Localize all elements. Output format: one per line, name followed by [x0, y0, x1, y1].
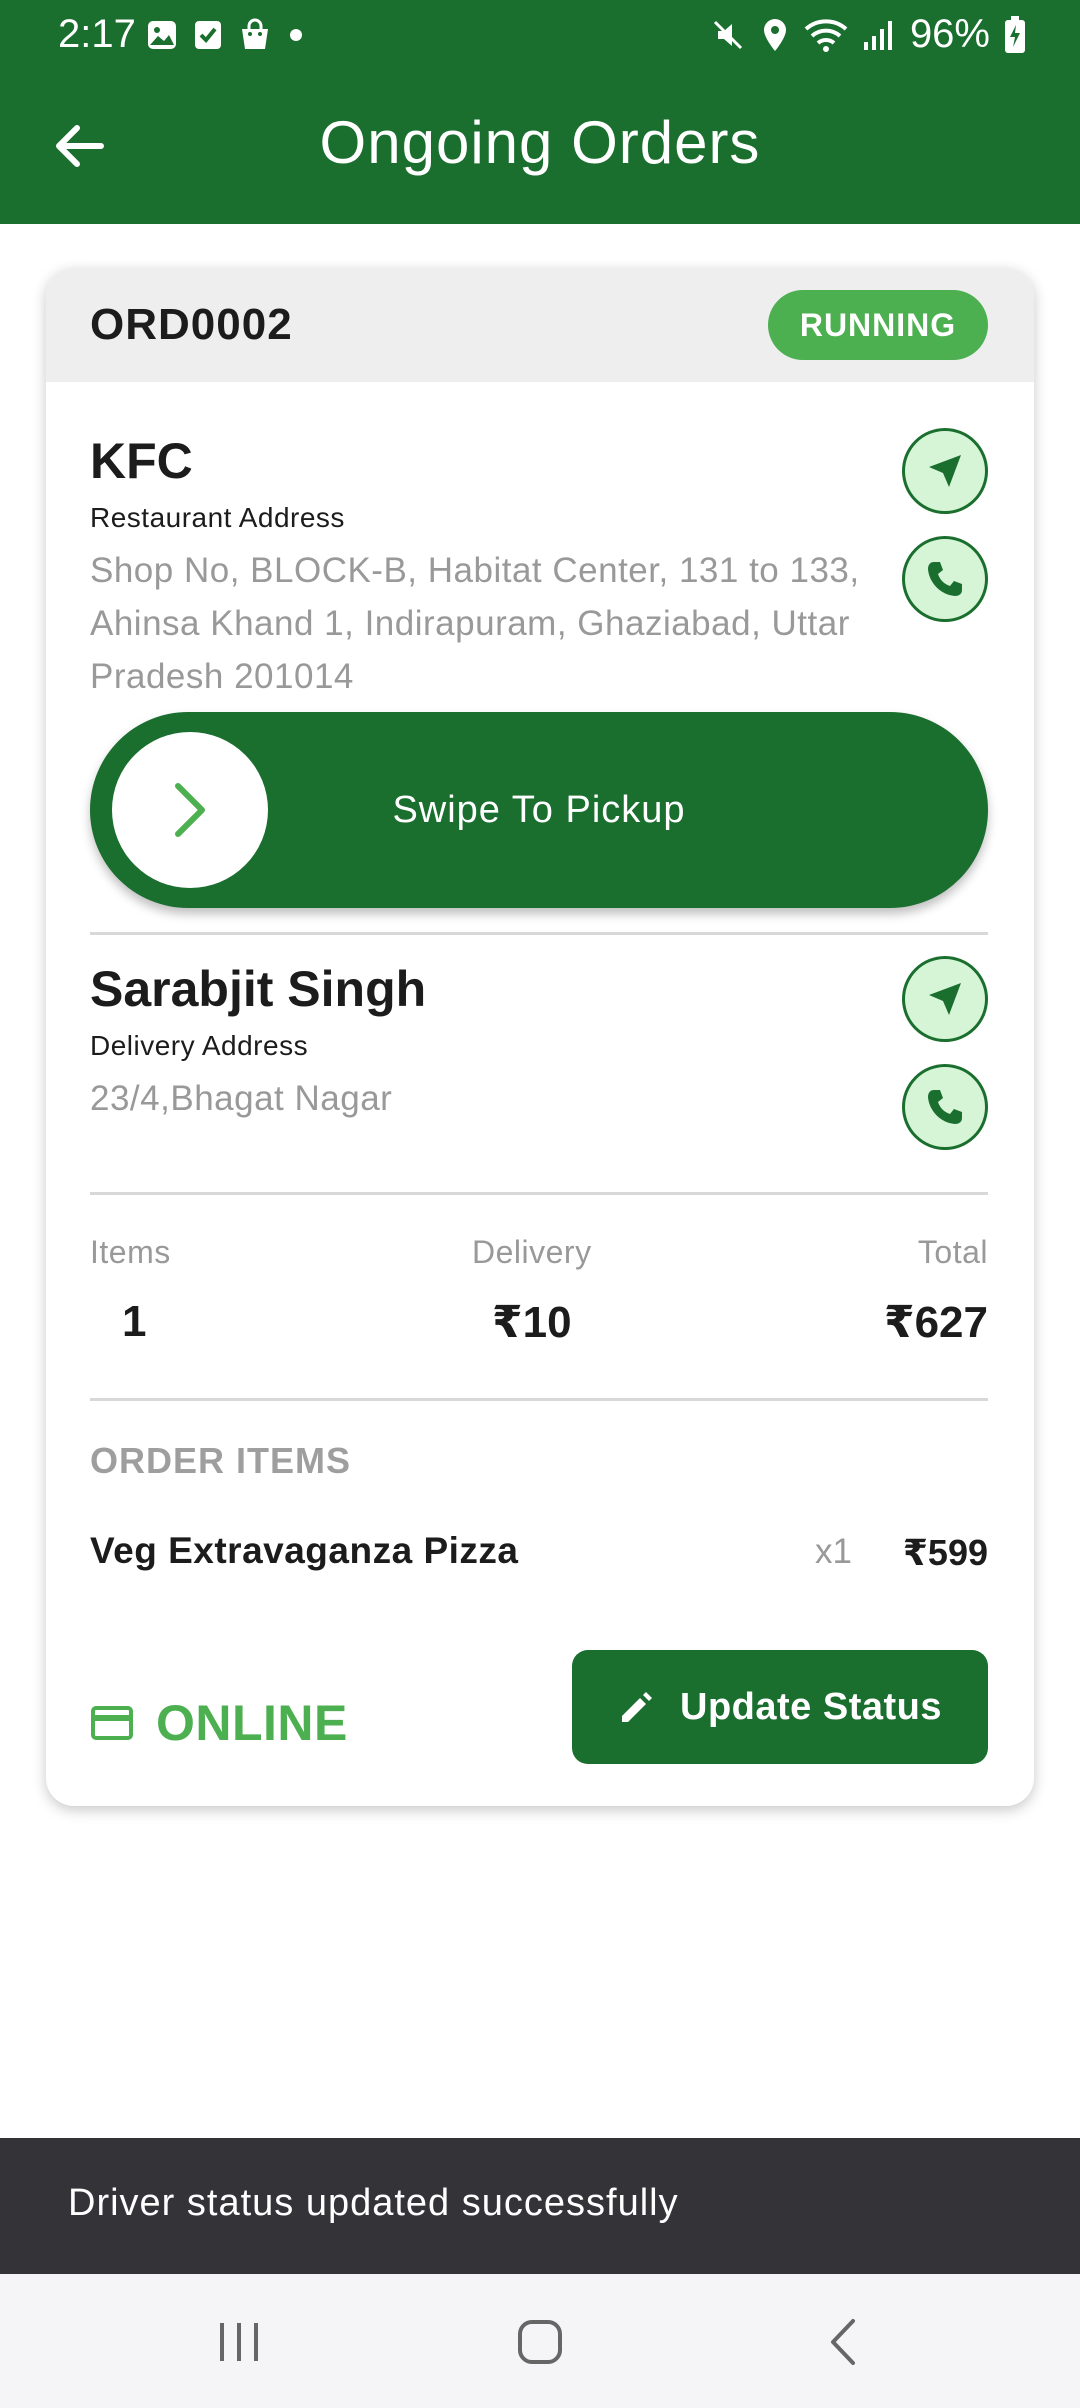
navigation-arrow-icon [929, 983, 961, 1015]
delivery-fee: ₹10 [492, 1298, 572, 1347]
phone-icon [928, 1090, 962, 1124]
battery-percentage: 96% [909, 12, 990, 56]
nav-back-button[interactable] [798, 2312, 888, 2372]
delivery-address: 23/4,Bhagat Nagar [90, 1079, 393, 1118]
system-nav-bar [0, 2274, 1080, 2408]
item-price: ₹599 [902, 1532, 988, 1573]
item-quantity: x1 [815, 1532, 852, 1571]
delivery-address-label: Delivery Address [90, 1030, 309, 1061]
snackbar-message: Driver status updated successfully [68, 2182, 679, 2224]
order-summary: Items 1 Delivery ₹10 Total ₹627 [90, 1234, 988, 1354]
order-id: ORD0002 [90, 300, 293, 349]
list-item: Veg Extravaganza Pizza x1 ₹599 [90, 1530, 988, 1590]
customer-navigate-button[interactable] [902, 956, 988, 1042]
restaurant-section: KFC Restaurant Address Shop No, BLOCK-B,… [90, 432, 920, 703]
shopping-bag-icon [242, 18, 268, 49]
snackbar: Driver status updated successfully [0, 2138, 1080, 2274]
payment-method-label: ONLINE [156, 1695, 348, 1751]
status-badge: RUNNING [768, 290, 988, 360]
order-card-header: ORD0002 RUNNING [46, 268, 1034, 382]
restaurant-navigate-button[interactable] [902, 428, 988, 514]
signal-icon [863, 20, 892, 50]
pencil-icon [622, 1692, 652, 1722]
credit-card-icon [91, 1706, 133, 1740]
customer-name: Sarabjit Singh [90, 961, 427, 1017]
home-icon [518, 2320, 562, 2364]
page-title: Ongoing Orders [319, 109, 761, 176]
gallery-icon [148, 21, 176, 49]
restaurant-address-label: Restaurant Address [90, 502, 345, 533]
customer-section: Sarabjit Singh Delivery Address 23/4,Bha… [90, 960, 890, 1125]
restaurant-name: KFC [90, 433, 193, 489]
phone-icon [928, 562, 962, 596]
restaurant-call-button[interactable] [902, 536, 988, 622]
status-bar: 2:17 96% [0, 0, 1080, 72]
system-icons: 96% [710, 12, 1026, 57]
location-icon [763, 18, 786, 51]
app-bar: Ongoing Orders [0, 72, 1080, 224]
order-items-title: ORDER ITEMS [90, 1440, 352, 1481]
items-count: 1 [122, 1297, 147, 1346]
battery-charging-icon [1005, 15, 1025, 53]
total-stat: Total ₹627 [884, 1234, 988, 1348]
total-amount: ₹627 [883, 1298, 988, 1347]
divider [90, 1398, 988, 1401]
swipe-to-pickup-slider[interactable]: Swipe To Pickup [90, 712, 988, 908]
items-label: Items [90, 1234, 171, 1270]
item-name: Veg Extravaganza Pizza [90, 1530, 519, 1571]
back-icon [831, 2319, 855, 2365]
recent-apps-button[interactable] [194, 2312, 284, 2372]
navigation-arrow-icon [929, 455, 961, 487]
checkbox-icon [195, 21, 221, 49]
mute-icon [713, 20, 742, 49]
order-card: ORD0002 RUNNING KFC Restaurant Address S… [46, 268, 1034, 1806]
payment-method: ONLINE [90, 1678, 348, 1768]
restaurant-address: Shop No, BLOCK-B, Habitat Center, 131 to… [90, 551, 860, 696]
divider [90, 1192, 988, 1195]
chevron-right-icon [175, 783, 205, 837]
recent-apps-icon [220, 2323, 258, 2361]
delivery-stat: Delivery ₹10 [472, 1234, 592, 1348]
customer-call-button[interactable] [902, 1064, 988, 1150]
total-label: Total [917, 1234, 988, 1270]
wifi-icon [804, 18, 848, 52]
home-button[interactable] [495, 2312, 585, 2372]
update-status-button[interactable]: Update Status [572, 1650, 988, 1764]
delivery-label: Delivery [472, 1234, 592, 1270]
items-stat: Items 1 [90, 1234, 171, 1347]
status-time: 2:17 [58, 12, 136, 56]
dot-icon [290, 29, 302, 41]
update-status-label: Update Status [680, 1685, 942, 1728]
swipe-handle[interactable] [112, 732, 268, 888]
divider [90, 932, 988, 935]
notification-icons [146, 18, 306, 52]
